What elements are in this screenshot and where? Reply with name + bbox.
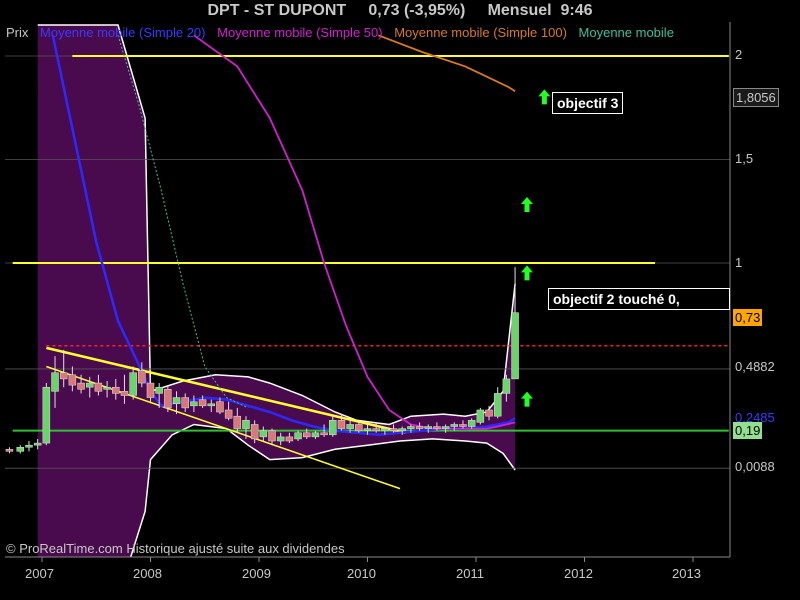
candle-body-33 — [294, 432, 302, 440]
x-tick-2013: 2013 — [672, 566, 701, 581]
target-2-label: objectif 2 touché 0, — [548, 288, 730, 310]
x-tick-2011: 2011 — [456, 566, 484, 581]
candle-body-48 — [424, 426, 433, 429]
target-3-label: objectif 3 — [552, 92, 624, 114]
target-arrow-1 — [520, 197, 533, 213]
candle-body-24 — [216, 401, 224, 413]
price-change: 0,73 (-3,95%) — [368, 2, 466, 19]
candle-body-56 — [493, 393, 502, 417]
candle-body-50 — [441, 426, 450, 429]
candle-body-35 — [311, 432, 320, 438]
moving-average-2 — [377, 34, 516, 92]
candle-body-18 — [164, 389, 172, 409]
candle-body-38 — [337, 420, 346, 429]
candle-body-30 — [268, 430, 276, 442]
candle-body-25 — [224, 409, 233, 419]
candle-body-0 — [5, 449, 14, 452]
y-tick-0-0088: 0,0088 — [735, 459, 775, 474]
candle-body-32 — [285, 436, 294, 442]
candle-body-43 — [381, 428, 389, 431]
target-arrow-3 — [520, 391, 533, 407]
candle-body-27 — [242, 420, 250, 429]
candle-body-13 — [120, 391, 129, 396]
legend-price[interactable]: Prix — [6, 25, 28, 40]
candle-body-10 — [94, 382, 103, 392]
candle-body-14 — [129, 372, 137, 396]
chart-window: DPT - ST DUPONT 0,73 (-3,95%) Mensuel 9:… — [0, 0, 800, 600]
y-marker-1-8056: 1,8056 — [733, 88, 779, 107]
candle-body-51 — [450, 424, 459, 427]
candle-body-26 — [233, 415, 242, 429]
candle-body-40 — [355, 424, 363, 431]
candle-body-4 — [42, 386, 51, 444]
candle-body-5 — [51, 372, 59, 392]
candle-body-15 — [138, 370, 146, 384]
candle-body-52 — [459, 424, 467, 427]
candle-body-46 — [407, 426, 415, 429]
candle-body-54 — [476, 409, 485, 423]
chart-title: DPT - ST DUPONT 0,73 (-3,95%) Mensuel 9:… — [0, 2, 800, 20]
candle-body-8 — [77, 382, 85, 390]
candle-body-58 — [511, 312, 519, 380]
candle-body-7 — [68, 374, 77, 386]
candle-body-3 — [33, 442, 42, 446]
candle-body-23 — [207, 403, 216, 407]
candle-body-39 — [346, 424, 354, 429]
candle-body-9 — [85, 382, 94, 388]
candle-body-42 — [372, 428, 380, 431]
x-tick-2008: 2008 — [133, 566, 162, 581]
candle-body-28 — [250, 424, 259, 440]
candle-body-6 — [59, 372, 68, 380]
legend-sma-20[interactable]: Moyenne mobile (Simple 20) — [40, 25, 205, 40]
moving-average-1 — [193, 34, 516, 430]
candle-body-22 — [198, 399, 207, 407]
y-marker-0-19: 0,19 — [733, 422, 763, 439]
clock-time: 9:46 — [560, 2, 593, 19]
target-arrow-0 — [538, 89, 551, 105]
candle-body-19 — [172, 397, 181, 405]
x-tick-2009: 2009 — [242, 566, 271, 581]
x-tick-2007: 2007 — [25, 566, 54, 581]
legend-sma-extra[interactable]: Moyenne mobile — [579, 25, 674, 40]
legend-sma-100[interactable]: Moyenne mobile (Simple 100) — [394, 25, 567, 40]
candle-body-53 — [467, 420, 476, 427]
y-tick-1-5: 1,5 — [735, 151, 754, 166]
candle-body-1 — [16, 446, 25, 452]
candle-body-2 — [25, 444, 33, 448]
candle-body-45 — [398, 428, 406, 431]
candle-body-49 — [433, 426, 441, 429]
y-tick-1: 1 — [735, 255, 743, 270]
candle-body-31 — [276, 436, 285, 442]
candle-body-21 — [190, 401, 198, 407]
candle-body-44 — [389, 428, 398, 431]
legend-sma-50[interactable]: Moyenne mobile (Simple 50) — [217, 25, 382, 40]
candle-body-36 — [320, 432, 328, 436]
candle-body-47 — [415, 426, 424, 429]
candle-body-29 — [259, 430, 268, 438]
instrument-name: DPT - ST DUPONT — [207, 2, 347, 19]
candle-body-16 — [146, 382, 155, 398]
candle-body-11 — [103, 386, 111, 390]
legend: Prix Moyenne mobile (Simple 20) Moyenne … — [6, 25, 682, 40]
copyright-note: © ProRealTime.com Historique ajusté suit… — [6, 541, 345, 556]
x-tick-2010: 2010 — [347, 566, 376, 581]
candle-body-20 — [181, 397, 189, 409]
period-label: Mensuel — [487, 2, 552, 19]
candle-body-12 — [112, 386, 120, 394]
candle-body-41 — [363, 428, 372, 431]
y-marker-0-73: 0,73 — [733, 309, 763, 326]
y-tick-2: 2 — [735, 47, 743, 62]
candle-body-57 — [502, 378, 511, 394]
candle-body-37 — [329, 420, 337, 436]
x-tick-2012: 2012 — [564, 566, 593, 581]
target-arrow-2 — [520, 265, 533, 281]
candle-body-34 — [302, 432, 311, 438]
candle-body-55 — [485, 409, 493, 417]
candle-body-17 — [155, 386, 163, 394]
y-tick-0-4882: 0,4882 — [735, 359, 775, 374]
